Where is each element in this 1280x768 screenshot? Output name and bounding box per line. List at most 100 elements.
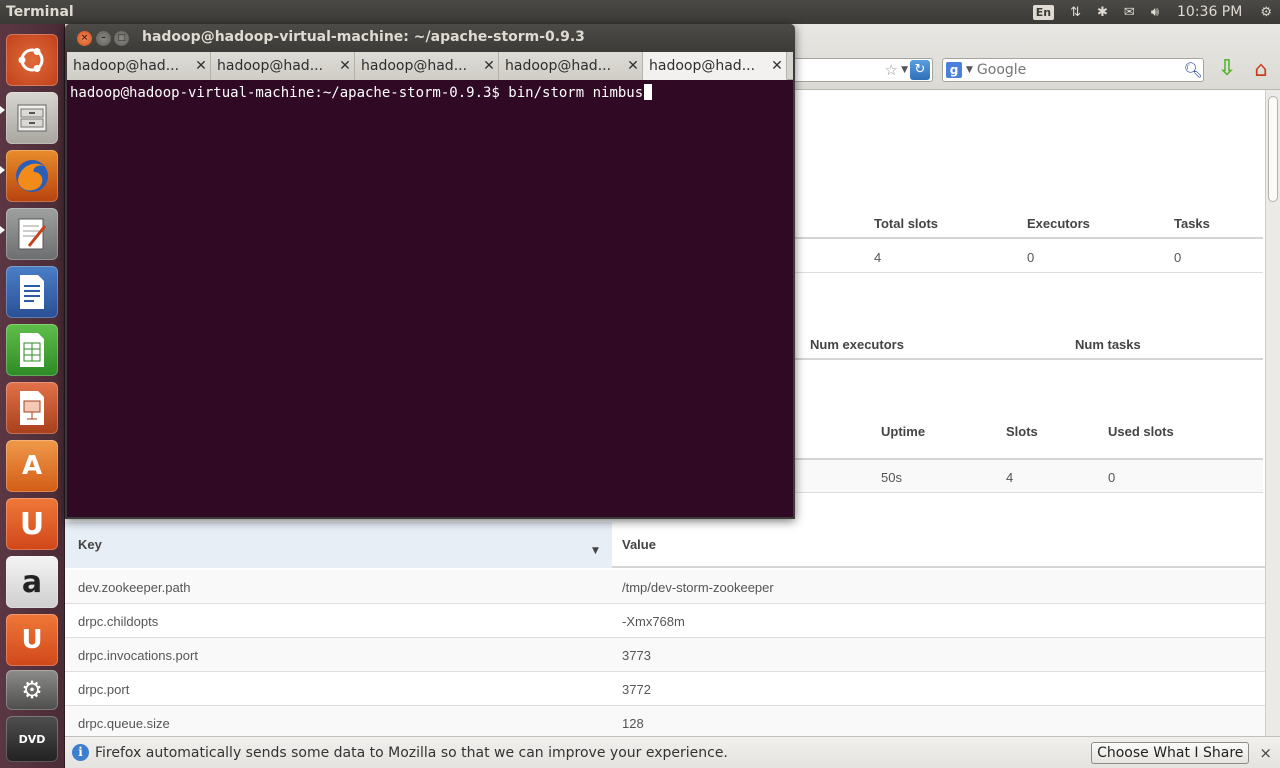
- key-column-header[interactable]: Key ▼: [65, 522, 612, 568]
- table-row: drpc.queue.size 128: [65, 706, 1265, 736]
- settings-gear-icon[interactable]: ⚙: [1252, 0, 1280, 24]
- libreoffice-writer-icon[interactable]: [6, 266, 58, 318]
- config-key: dev.zookeeper.path: [78, 580, 191, 595]
- value-column-header[interactable]: Value: [622, 537, 656, 552]
- col-used-slots[interactable]: Used slots: [1108, 424, 1174, 439]
- tab-close-icon[interactable]: ✕: [480, 58, 498, 74]
- terminal-title: hadoop@hadoop-virtual-machine: ~/apache-…: [142, 29, 585, 45]
- search-input[interactable]: [976, 62, 1183, 78]
- ubuntu-one-logo-icon: U: [19, 506, 45, 542]
- col-slots[interactable]: Slots: [1006, 424, 1038, 439]
- bookmark-star-icon[interactable]: ☆: [885, 61, 898, 79]
- table-row: drpc.port 3772: [65, 672, 1265, 706]
- software-center-icon[interactable]: A: [6, 440, 58, 492]
- terminal-tab[interactable]: hadoop@had... ✕: [499, 52, 643, 80]
- dvd-disc-icon: DVD: [18, 732, 46, 746]
- shell-prompt: hadoop@hadoop-virtual-machine:~/apache-s…: [70, 85, 509, 101]
- google-engine-icon[interactable]: g: [946, 62, 962, 78]
- system-settings-icon[interactable]: ⚙: [6, 670, 58, 710]
- col-executors[interactable]: Executors: [1027, 216, 1090, 231]
- terminal-window: × – □ hadoop@hadoop-virtual-machine: ~/a…: [65, 24, 795, 519]
- config-key: drpc.invocations.port: [78, 648, 198, 663]
- file-cabinet-icon: [17, 104, 47, 132]
- col-total-slots[interactable]: Total slots: [874, 216, 938, 231]
- tab-close-icon[interactable]: ✕: [336, 58, 354, 74]
- cell-tasks: 0: [1174, 250, 1182, 265]
- language-label: En: [1032, 4, 1055, 20]
- mail-icon[interactable]: ✉: [1116, 0, 1143, 24]
- network-icon[interactable]: ⇅: [1062, 0, 1089, 24]
- table-divider: [795, 237, 1263, 239]
- config-key: drpc.childopts: [78, 614, 159, 629]
- terminal-tab-active[interactable]: hadoop@had... ✕: [643, 52, 787, 80]
- writer-document-icon: [20, 275, 44, 309]
- tab-close-icon[interactable]: ✕: [192, 58, 210, 74]
- terminal-command-line: hadoop@hadoop-virtual-machine:~/apache-s…: [70, 84, 653, 101]
- col-num-executors[interactable]: Num executors: [810, 337, 904, 352]
- ubuntu-one-music-icon[interactable]: U: [6, 614, 58, 666]
- page-scrollbar[interactable]: [1265, 90, 1280, 736]
- reload-icon[interactable]: ↻: [910, 60, 930, 80]
- terminal-tab[interactable]: hadoop@had... ✕: [355, 52, 499, 80]
- table-row: dev.zookeeper.path /tmp/dev-storm-zookee…: [65, 570, 1265, 604]
- col-num-tasks[interactable]: Num tasks: [1075, 337, 1141, 352]
- text-cursor: [644, 84, 653, 100]
- search-magnifier-icon[interactable]: 🔍︎: [1183, 61, 1203, 79]
- table-row: drpc.invocations.port 3773: [65, 638, 1265, 672]
- keyboard-language-indicator[interactable]: En: [1025, 0, 1062, 24]
- col-tasks[interactable]: Tasks: [1174, 216, 1210, 231]
- text-editor-icon[interactable]: [6, 208, 58, 260]
- ubuntu-dash-icon[interactable]: [6, 34, 58, 86]
- scrollbar-thumb[interactable]: [1268, 96, 1278, 202]
- window-maximize-icon[interactable]: □: [114, 31, 129, 46]
- volume-icon[interactable]: 🔊︎: [1143, 0, 1167, 24]
- close-icon[interactable]: ×: [1259, 744, 1272, 762]
- config-key: drpc.port: [78, 682, 130, 697]
- launcher: A U a U ⚙ DVD: [0, 24, 65, 768]
- amazon-logo-icon: a: [21, 564, 43, 600]
- window-minimize-icon[interactable]: –: [96, 31, 111, 46]
- col-uptime[interactable]: Uptime: [881, 424, 925, 439]
- gear-icon: ⚙: [21, 676, 43, 704]
- files-icon[interactable]: [6, 92, 58, 144]
- terminal-tab[interactable]: hadoop@had... ✕: [211, 52, 355, 80]
- ubuntu-one-icon[interactable]: U: [6, 498, 58, 550]
- running-indicator: [0, 106, 5, 114]
- config-value: 3773: [622, 648, 651, 663]
- home-icon[interactable]: ⌂: [1249, 58, 1273, 82]
- info-icon: i: [72, 744, 89, 761]
- bluetooth-icon[interactable]: ✱: [1089, 0, 1116, 24]
- search-bar[interactable]: g ▼ 🔍︎: [942, 58, 1204, 82]
- shopping-bag-icon: A: [21, 451, 43, 481]
- choose-what-i-share-button[interactable]: Choose What I Share: [1091, 741, 1250, 764]
- music-store-icon: U: [21, 625, 43, 655]
- firefox-icon[interactable]: [6, 150, 58, 202]
- cell-total-slots: 4: [874, 250, 882, 265]
- calc-spreadsheet-icon: [20, 333, 44, 367]
- libreoffice-calc-icon[interactable]: [6, 324, 58, 376]
- terminal-tab[interactable]: hadoop@had... ✕: [67, 52, 211, 80]
- downloads-arrow-icon[interactable]: ⇩: [1215, 58, 1239, 82]
- terminal-titlebar[interactable]: × – □ hadoop@hadoop-virtual-machine: ~/a…: [65, 24, 795, 52]
- typed-command: bin/storm nimbus: [508, 85, 644, 101]
- impress-presentation-icon: [20, 391, 44, 425]
- terminal-output[interactable]: hadoop@hadoop-virtual-machine:~/apache-s…: [67, 80, 793, 517]
- clock[interactable]: 10:36 PM: [1167, 0, 1252, 24]
- tab-label: hadoop@had...: [505, 58, 612, 74]
- table-row: drpc.childopts -Xmx768m: [65, 604, 1265, 638]
- running-indicator: [0, 226, 5, 234]
- tab-close-icon[interactable]: ✕: [624, 58, 642, 74]
- config-value: 3772: [622, 682, 651, 697]
- key-header-label: Key: [78, 537, 102, 552]
- config-value: /tmp/dev-storm-zookeeper: [622, 580, 774, 595]
- dvd-icon[interactable]: DVD: [6, 716, 58, 762]
- tab-close-icon[interactable]: ✕: [768, 58, 786, 74]
- tab-label: hadoop@had...: [217, 58, 324, 74]
- cell-slots: 4: [1006, 470, 1014, 485]
- amazon-icon[interactable]: a: [6, 556, 58, 608]
- libreoffice-impress-icon[interactable]: [6, 382, 58, 434]
- window-close-icon[interactable]: ×: [77, 31, 92, 46]
- search-engine-dropdown-icon[interactable]: ▼: [966, 65, 973, 75]
- url-history-dropdown-icon[interactable]: ▼: [901, 65, 908, 75]
- tab-label: hadoop@had...: [73, 58, 180, 74]
